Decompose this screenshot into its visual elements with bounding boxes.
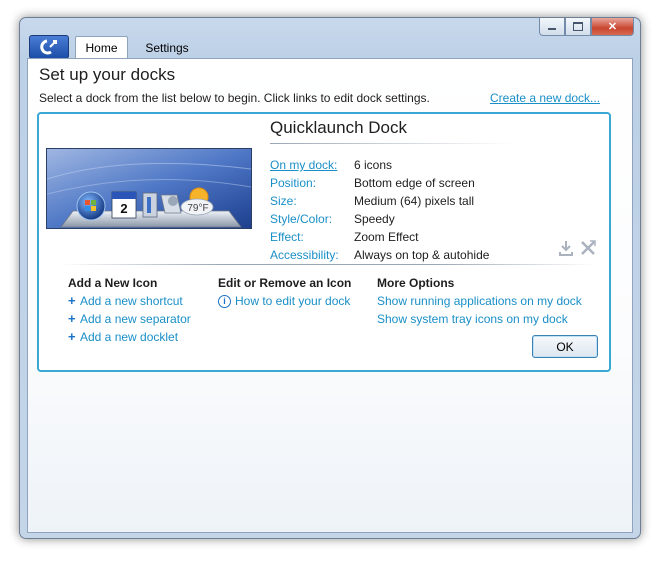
app-menu-button[interactable]	[29, 35, 69, 59]
property-value: Speedy	[354, 212, 395, 226]
maximize-icon	[573, 22, 583, 31]
add-docklet-link[interactable]: + Add a new docklet	[68, 328, 191, 346]
edit-icon-section: Edit or Remove an Icon i How to edit you…	[218, 274, 351, 310]
tab-home[interactable]: Home	[75, 36, 128, 59]
add-docklet-label[interactable]: Add a new docklet	[80, 328, 178, 346]
add-icon-section: Add a New Icon + Add a new shortcut + Ad…	[68, 274, 191, 346]
download-icon[interactable]	[557, 239, 575, 257]
on-my-dock-link[interactable]: On my dock:	[270, 158, 354, 172]
maximize-button[interactable]	[565, 18, 591, 36]
property-row: Style/Color: Speedy	[270, 210, 489, 228]
page-title: Set up your docks	[39, 65, 176, 84]
property-row: On my dock: 6 icons	[270, 156, 489, 174]
add-shortcut-label[interactable]: Add a new shortcut	[80, 292, 183, 310]
close-button[interactable]: ✕	[591, 18, 634, 36]
add-icon-heading: Add a New Icon	[68, 276, 158, 290]
files-icon	[142, 192, 158, 218]
how-to-edit-link[interactable]: i How to edit your dock	[218, 292, 351, 310]
dock-panel[interactable]: Quicklaunch Dock 2 79°F On my dock: 6 ic…	[37, 112, 611, 372]
window-controls: ✕	[539, 18, 634, 36]
edit-icon-heading: Edit or Remove an Icon	[218, 276, 352, 290]
satellite-icon	[160, 194, 182, 214]
add-separator-link[interactable]: + Add a new separator	[68, 310, 191, 328]
dock-preview[interactable]: 2 79°F	[46, 148, 252, 229]
info-icon: i	[218, 294, 231, 308]
plus-icon: +	[68, 311, 76, 326]
ok-button[interactable]: OK	[532, 335, 598, 358]
calendar-icon: 2	[111, 191, 137, 219]
show-running-apps-link[interactable]: Show running applications on my dock	[377, 292, 582, 310]
weather-temp: 79°F	[187, 203, 208, 214]
property-value: Always on top & autohide	[354, 248, 490, 262]
accessibility-label[interactable]: Accessibility:	[270, 248, 354, 262]
dock-name: Quicklaunch Dock	[270, 118, 408, 137]
how-to-edit-label[interactable]: How to edit your dock	[235, 292, 350, 310]
position-label[interactable]: Position:	[270, 176, 354, 190]
dock-properties: On my dock: 6 icons Position: Bottom edg…	[270, 156, 489, 264]
panel-divider	[58, 264, 598, 265]
style-color-label[interactable]: Style/Color:	[270, 212, 354, 226]
calendar-day: 2	[120, 201, 127, 216]
home-content: Set up your docks Select a dock from the…	[27, 58, 633, 533]
add-shortcut-link[interactable]: + Add a new shortcut	[68, 292, 191, 310]
dock-name-divider	[270, 143, 514, 144]
more-options-section: More Options Show running applications o…	[377, 274, 582, 328]
delete-icon[interactable]	[579, 239, 597, 257]
property-row: Effect: Zoom Effect	[270, 228, 489, 246]
plus-icon: +	[68, 293, 76, 308]
page-subtitle: Select a dock from the list below to beg…	[39, 91, 430, 105]
property-row: Accessibility: Always on top & autohide	[270, 246, 489, 264]
property-value: 6 icons	[354, 158, 393, 172]
property-row: Position: Bottom edge of screen	[270, 174, 489, 192]
property-value: Zoom Effect	[354, 230, 419, 244]
close-icon: ✕	[607, 21, 618, 33]
plus-icon: +	[68, 329, 76, 344]
add-separator-label[interactable]: Add a new separator	[80, 310, 191, 328]
more-options-heading: More Options	[377, 276, 455, 290]
minimize-button[interactable]	[539, 18, 565, 36]
dock-preview-image: 2 79°F	[47, 149, 251, 228]
property-value: Medium (64) pixels tall	[354, 194, 475, 208]
show-tray-icons-link[interactable]: Show system tray icons on my dock	[377, 310, 582, 328]
minimize-icon	[548, 27, 556, 30]
property-value: Bottom edge of screen	[354, 176, 475, 190]
property-row: Size: Medium (64) pixels tall	[270, 192, 489, 210]
create-dock-link[interactable]: Create a new dock...	[490, 91, 600, 105]
app-window: ✕ Home Settings Set up your docks Select…	[19, 17, 641, 539]
objectdock-icon	[40, 39, 57, 55]
tab-settings[interactable]: Settings	[136, 37, 198, 58]
start-orb-icon	[76, 191, 106, 221]
size-label[interactable]: Size:	[270, 194, 354, 208]
effect-label[interactable]: Effect:	[270, 230, 354, 244]
